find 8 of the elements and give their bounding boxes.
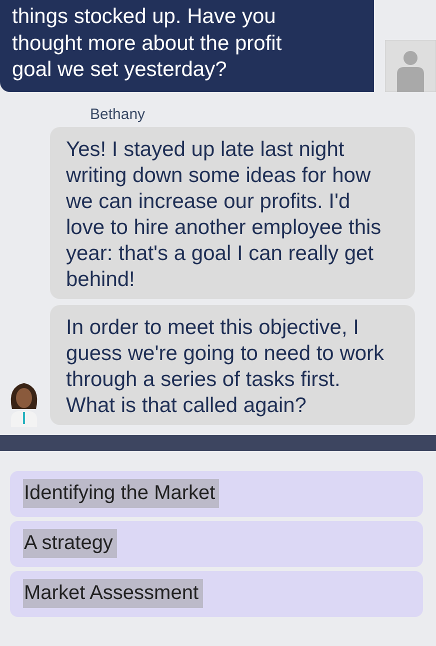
answer-option[interactable]: Market Assessment: [10, 570, 423, 616]
sender-name: Bethany: [90, 106, 146, 124]
answer-option[interactable]: Identifying the Market: [10, 470, 423, 516]
message-bubble: In order to meet this objective, I guess we're going to need to work through a series of tasks first. What is that called again?: [50, 304, 415, 424]
message-bubble: Yes! I stayed up late last night writing down some ideas for how we can increase our profits. I'd love to hire another employee this year: that's a goal I can really get behind!: [50, 126, 415, 298]
user-avatar-icon: [385, 40, 436, 92]
answer-option[interactable]: A strategy: [10, 520, 423, 566]
message-bubble: things stocked up. Have you thought more about the profit goal we set yesterday?: [0, 0, 374, 92]
